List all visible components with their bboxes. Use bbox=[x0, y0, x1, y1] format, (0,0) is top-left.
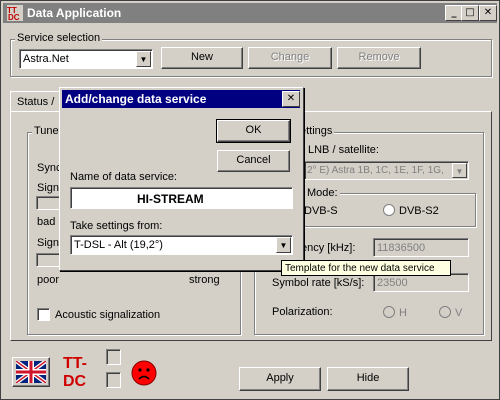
ok-button[interactable]: OK bbox=[216, 119, 291, 143]
service-select-value: Astra.Net bbox=[23, 53, 69, 65]
signal-quality-label: Sign bbox=[37, 237, 60, 249]
language-button[interactable] bbox=[12, 357, 50, 387]
service-selection-label: Service selection bbox=[15, 32, 103, 44]
dialog-close-icon[interactable]: ✕ bbox=[282, 91, 300, 107]
poor-label: poor bbox=[37, 274, 60, 286]
svg-text:DC: DC bbox=[8, 13, 20, 21]
take-settings-select[interactable]: T-DSL - Alt (19,2°) ▼ bbox=[70, 235, 293, 255]
dialog-title-bar[interactable]: Add/change data service ✕ bbox=[62, 90, 300, 108]
cancel-button[interactable]: Cancel bbox=[217, 150, 290, 172]
sync-label: Sync bbox=[37, 162, 62, 174]
chevron-down-icon[interactable]: ▼ bbox=[276, 237, 291, 253]
service-name-label: Name of data service: bbox=[70, 171, 177, 183]
bad-label: bad bbox=[37, 216, 56, 228]
logo-text: TT-DC bbox=[63, 355, 87, 390]
main-title-bar[interactable]: TT DC Data Application _ □ ✕ bbox=[3, 3, 497, 23]
status-indicator-bottom bbox=[106, 372, 121, 388]
tooltip: Template for the new data service bbox=[281, 260, 451, 276]
mode-dvbs2-radio[interactable] bbox=[383, 204, 395, 216]
acoustic-label: Acoustic signalization bbox=[55, 309, 161, 321]
polarization-label: Polarization: bbox=[272, 306, 333, 318]
take-settings-value: T-DSL - Alt (19,2°) bbox=[74, 239, 163, 251]
pol-v-radio[interactable] bbox=[439, 306, 451, 318]
uk-flag-icon bbox=[14, 359, 48, 385]
symbol-rate-label: Symbol rate [kS/s]: bbox=[272, 277, 365, 289]
mode-dvbs-label: DVB-S bbox=[304, 205, 338, 217]
status-indicator-top bbox=[106, 349, 121, 365]
close-button[interactable]: ✕ bbox=[479, 5, 497, 21]
service-name-input[interactable]: HI-STREAM bbox=[70, 187, 293, 209]
signal-level-bar bbox=[36, 196, 61, 210]
maximize-button[interactable]: □ bbox=[461, 5, 479, 21]
sad-face-icon bbox=[131, 360, 157, 386]
signal-quality-bar bbox=[36, 253, 61, 267]
acoustic-checkbox[interactable] bbox=[37, 308, 50, 321]
lnb-label: LNB / satellite: bbox=[308, 144, 379, 156]
apply-button[interactable]: Apply bbox=[239, 367, 321, 391]
tt-dc-logo: TT-DC bbox=[63, 355, 103, 391]
strong-label: strong bbox=[189, 274, 220, 286]
signal-level-label: Sign bbox=[37, 182, 60, 194]
pol-h-radio[interactable] bbox=[383, 306, 395, 318]
lnb-select-value: 2° E) Astra 1B, 1C, 1E, 1F, 1G, bbox=[307, 165, 444, 176]
service-select[interactable]: Astra.Net ▼ bbox=[19, 49, 153, 69]
change-button[interactable]: Change bbox=[248, 47, 332, 69]
remove-button[interactable]: Remove bbox=[337, 47, 421, 69]
mode-label: Mode: bbox=[305, 187, 340, 199]
new-button[interactable]: New bbox=[161, 47, 243, 69]
lnb-select[interactable]: 2° E) Astra 1B, 1C, 1E, 1F, 1G, ▼ bbox=[304, 161, 469, 180]
hide-button[interactable]: Hide bbox=[327, 367, 409, 391]
dvb-app-icon: TT DC bbox=[7, 5, 23, 21]
pol-h-label: H bbox=[399, 307, 407, 319]
add-change-dialog: Add/change data service ✕ OK Cancel Name… bbox=[59, 87, 304, 271]
tab-status-label: Status / bbox=[17, 96, 55, 108]
frequency-label: ency [kHz]: bbox=[301, 242, 356, 254]
dialog-title: Add/change data service bbox=[65, 92, 207, 106]
service-name-value: HI-STREAM bbox=[137, 192, 204, 206]
pol-v-label: V bbox=[455, 307, 463, 319]
frequency-value: 11836500 bbox=[377, 242, 426, 254]
mode-dvbs2-label: DVB-S2 bbox=[399, 205, 439, 217]
symbol-rate-value: 23500 bbox=[377, 277, 408, 289]
chevron-down-icon[interactable]: ▼ bbox=[452, 163, 467, 178]
chevron-down-icon[interactable]: ▼ bbox=[136, 51, 151, 67]
take-settings-label: Take settings from: bbox=[70, 220, 163, 232]
frequency-field[interactable]: 11836500 bbox=[373, 238, 469, 257]
window-title: Data Application bbox=[27, 6, 122, 20]
